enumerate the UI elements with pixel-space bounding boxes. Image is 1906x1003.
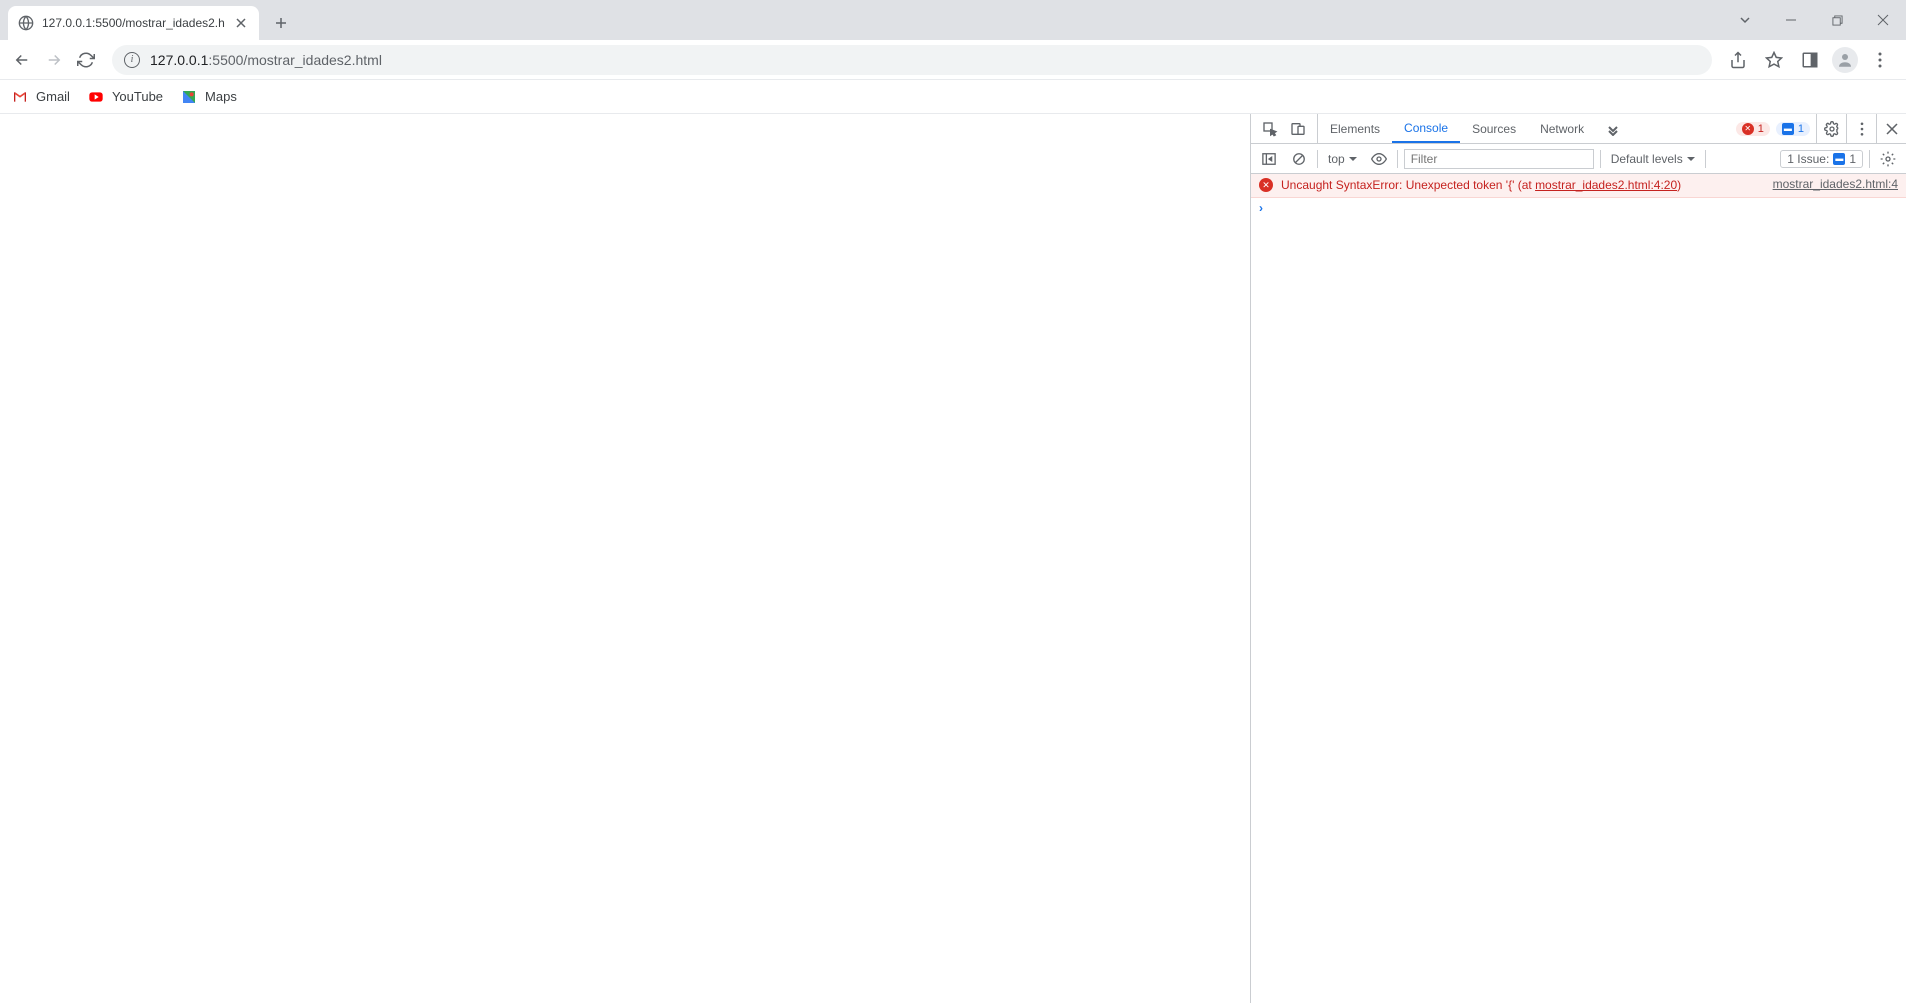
execution-context-select[interactable]: top — [1324, 152, 1361, 166]
window-minimize-button[interactable] — [1768, 0, 1814, 40]
error-text: Uncaught SyntaxError: Unexpected token '… — [1281, 177, 1765, 194]
maps-icon — [181, 89, 197, 105]
devtools-menu-button[interactable] — [1846, 114, 1876, 143]
browser-tab-strip: 127.0.0.1:5500/mostrar_idades2.h — [0, 0, 1906, 40]
main-area: Elements Console Sources Network ✕ 1 ▬ 1 — [0, 114, 1906, 1003]
profile-avatar-button[interactable] — [1832, 47, 1858, 73]
console-toolbar: top Default levels 1 Issue: ▬ 1 — [1251, 144, 1906, 174]
share-button[interactable] — [1724, 46, 1752, 74]
error-location-link[interactable]: mostrar_idades2.html:4:20 — [1535, 178, 1677, 192]
message-count-badge[interactable]: ▬ 1 — [1776, 122, 1810, 136]
gmail-icon — [12, 89, 28, 105]
bookmarks-bar: Gmail YouTube Maps — [0, 80, 1906, 114]
close-tab-button[interactable] — [233, 15, 249, 31]
window-controls — [1722, 0, 1906, 40]
devtools-settings-button[interactable] — [1816, 114, 1846, 143]
tab-title: 127.0.0.1:5500/mostrar_idades2.h — [42, 16, 225, 30]
new-tab-button[interactable] — [267, 9, 295, 37]
site-info-icon[interactable]: i — [124, 52, 140, 68]
error-count: 1 — [1758, 123, 1764, 135]
back-button[interactable] — [8, 46, 36, 74]
devtools-more-tabs-button[interactable] — [1596, 114, 1630, 143]
clear-console-button[interactable] — [1287, 147, 1311, 171]
bookmark-label: Gmail — [36, 89, 70, 104]
console-settings-button[interactable] — [1876, 147, 1900, 171]
reload-button[interactable] — [72, 46, 100, 74]
tab-search-button[interactable] — [1722, 0, 1768, 40]
window-close-button[interactable] — [1860, 0, 1906, 40]
live-expression-button[interactable] — [1367, 147, 1391, 171]
bookmark-label: Maps — [205, 89, 237, 104]
globe-icon — [18, 15, 34, 31]
message-icon: ▬ — [1782, 123, 1794, 135]
message-icon: ▬ — [1833, 153, 1845, 165]
error-icon: ✕ — [1259, 178, 1273, 192]
inspect-element-button[interactable] — [1257, 116, 1283, 142]
error-source-link[interactable]: mostrar_idades2.html:4 — [1773, 177, 1898, 191]
youtube-icon — [88, 89, 104, 105]
issues-button[interactable]: 1 Issue: ▬ 1 — [1780, 150, 1863, 168]
devtools-tab-network[interactable]: Network — [1528, 114, 1596, 143]
url-text: 127.0.0.1:5500/mostrar_idades2.html — [150, 52, 382, 68]
forward-button[interactable] — [40, 46, 68, 74]
devtools-tab-sources[interactable]: Sources — [1460, 114, 1528, 143]
error-count-badge[interactable]: ✕ 1 — [1736, 122, 1770, 136]
side-panel-button[interactable] — [1796, 46, 1824, 74]
address-bar[interactable]: i 127.0.0.1:5500/mostrar_idades2.html — [112, 45, 1712, 75]
bookmark-maps[interactable]: Maps — [181, 89, 237, 105]
console-filter-input[interactable] — [1404, 149, 1594, 169]
bookmark-youtube[interactable]: YouTube — [88, 89, 163, 105]
device-toolbar-button[interactable] — [1285, 116, 1311, 142]
bookmark-label: YouTube — [112, 89, 163, 104]
console-prompt[interactable]: › — [1251, 198, 1906, 218]
chrome-menu-button[interactable] — [1866, 46, 1894, 74]
console-error-message[interactable]: ✕ Uncaught SyntaxError: Unexpected token… — [1251, 174, 1906, 198]
log-levels-select[interactable]: Default levels — [1607, 152, 1699, 166]
devtools-tab-console[interactable]: Console — [1392, 114, 1460, 143]
devtools-tab-elements[interactable]: Elements — [1318, 114, 1392, 143]
error-icon: ✕ — [1742, 123, 1754, 135]
devtools-header: Elements Console Sources Network ✕ 1 ▬ 1 — [1251, 114, 1906, 144]
window-maximize-button[interactable] — [1814, 0, 1860, 40]
console-output: ✕ Uncaught SyntaxError: Unexpected token… — [1251, 174, 1906, 1003]
page-viewport — [0, 114, 1250, 1003]
bookmark-gmail[interactable]: Gmail — [12, 89, 70, 105]
devtools-panel: Elements Console Sources Network ✕ 1 ▬ 1 — [1250, 114, 1906, 1003]
console-sidebar-toggle[interactable] — [1257, 147, 1281, 171]
message-count: 1 — [1798, 123, 1804, 135]
browser-toolbar: i 127.0.0.1:5500/mostrar_idades2.html — [0, 40, 1906, 80]
browser-tab-active[interactable]: 127.0.0.1:5500/mostrar_idades2.h — [8, 6, 259, 40]
bookmark-star-button[interactable] — [1760, 46, 1788, 74]
devtools-close-button[interactable] — [1876, 114, 1906, 143]
chevron-right-icon: › — [1259, 201, 1263, 215]
